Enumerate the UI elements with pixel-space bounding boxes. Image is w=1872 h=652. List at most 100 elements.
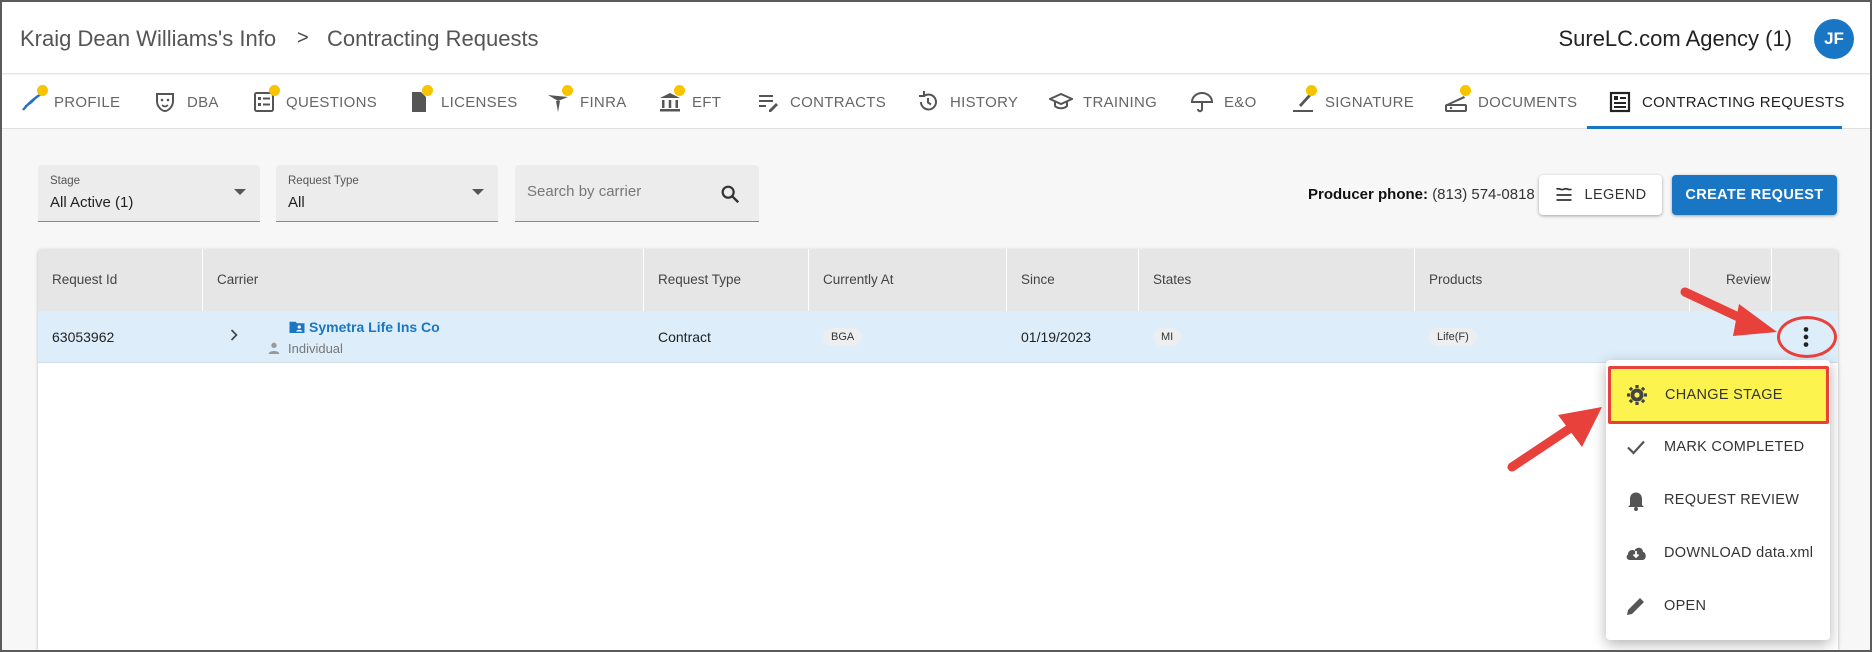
column-header-request-type[interactable]: Request Type xyxy=(644,249,809,311)
tab-label: E&O xyxy=(1224,93,1257,111)
menu-item-mark-completed[interactable]: MARK COMPLETED xyxy=(1606,425,1830,469)
status-dot xyxy=(674,85,685,96)
menu-item-label: DOWNLOAD data.xml xyxy=(1664,545,1814,561)
menu-item-request-review[interactable]: REQUEST REVIEW xyxy=(1606,478,1830,522)
status-dot xyxy=(269,85,280,96)
column-header-reviewer[interactable]: Reviewe xyxy=(1690,249,1772,311)
legend-button[interactable]: LEGEND xyxy=(1539,175,1662,215)
column-header-states[interactable]: States xyxy=(1139,249,1415,311)
cell-products: Life(F) xyxy=(1415,311,1477,363)
column-header-request-id[interactable]: Request Id xyxy=(38,249,203,311)
edit-list-icon xyxy=(759,95,778,112)
tab-dba[interactable]: DBA xyxy=(153,75,219,129)
tab-label: PROFILE xyxy=(54,93,121,111)
cell-request-id: 63053962 xyxy=(52,329,115,345)
chevron-right-icon[interactable] xyxy=(224,325,244,345)
request-type-label: Request Type xyxy=(288,175,359,187)
history-icon xyxy=(919,91,937,111)
tab-finra[interactable]: FINRA xyxy=(546,75,627,129)
column-header-products[interactable]: Products xyxy=(1415,249,1690,311)
tab-eft[interactable]: EFT xyxy=(658,75,721,129)
carrier-link[interactable]: Symetra Life Ins Co xyxy=(288,318,440,336)
menu-item-label: CHANGE STAGE xyxy=(1665,387,1783,403)
active-tab-indicator xyxy=(1587,126,1842,129)
request-type-value: All xyxy=(288,194,305,211)
request-type-select[interactable]: Request Type All xyxy=(276,165,498,222)
page-title: Contracting Requests xyxy=(327,26,539,51)
breadcrumb-separator: > xyxy=(297,27,309,49)
search-icon[interactable] xyxy=(719,183,741,205)
stage-label: Stage xyxy=(50,175,81,187)
tab-label: LICENSES xyxy=(441,93,518,111)
producer-phone-label: Producer phone: xyxy=(1308,186,1429,203)
status-dot xyxy=(37,85,48,96)
change-stage-highlight[interactable]: CHANGE STAGE xyxy=(1608,366,1829,424)
requests-table: Request Id Carrier Request Type Currentl… xyxy=(38,249,1838,650)
tab-label: DBA xyxy=(187,93,219,111)
currently-at-chip: BGA xyxy=(823,328,863,346)
cell-states: MI xyxy=(1139,311,1182,363)
chevron-down-icon xyxy=(472,189,484,195)
tab-licenses[interactable]: LICENSES xyxy=(407,75,518,129)
column-header-carrier[interactable]: Carrier xyxy=(203,249,644,311)
cell-currently-at: BGA xyxy=(809,311,863,363)
menu-item-download[interactable]: DOWNLOAD data.xml xyxy=(1606,531,1830,575)
bell-icon xyxy=(1628,492,1644,511)
status-dot xyxy=(562,85,573,96)
tab-label: FINRA xyxy=(580,93,627,111)
tab-label: EFT xyxy=(692,93,722,111)
producer-phone: Producer phone: (813) 574-0818 xyxy=(1308,186,1535,203)
tab-bar: PROFILE DBA QUESTIONS LICENSES FINRA EFT xyxy=(2,75,1870,129)
table-row[interactable]: 63053962 Symetra Life Ins Co Individual … xyxy=(38,311,1838,363)
status-dot xyxy=(1460,85,1471,96)
status-dot xyxy=(422,85,433,96)
tab-questions[interactable]: QUESTIONS xyxy=(252,75,377,129)
menu-item-label: OPEN xyxy=(1664,598,1707,614)
graduation-cap-icon xyxy=(1049,92,1073,110)
avatar[interactable]: JF xyxy=(1814,19,1854,59)
tab-contracting-requests[interactable]: CONTRACTING REQUESTS xyxy=(1608,75,1845,129)
legend-label: LEGEND xyxy=(1584,187,1647,203)
mask-icon xyxy=(156,93,174,113)
tab-training[interactable]: TRAINING xyxy=(1049,75,1157,129)
tab-label: SIGNATURE xyxy=(1325,93,1415,111)
dashboard-icon xyxy=(1609,91,1631,113)
kebab-annotation-circle xyxy=(1777,316,1837,358)
breadcrumb-producer[interactable]: Kraig Dean Williams's Info xyxy=(20,26,276,52)
check-icon xyxy=(1627,440,1645,455)
umbrella-icon xyxy=(1190,92,1214,113)
product-chip: Life(F) xyxy=(1429,328,1477,346)
carrier-subtext: Individual xyxy=(266,340,343,356)
stage-select[interactable]: Stage All Active (1) xyxy=(38,165,260,222)
menu-item-open[interactable]: OPEN xyxy=(1606,584,1830,628)
search-input[interactable] xyxy=(527,183,707,200)
carrier-type: Individual xyxy=(288,340,343,356)
legend-icon xyxy=(1556,187,1573,201)
person-icon xyxy=(268,342,280,354)
tab-label: QUESTIONS xyxy=(286,93,378,111)
change-stage-label-row: CHANGE STAGE xyxy=(1609,373,1827,417)
tab-history[interactable]: HISTORY xyxy=(916,75,1018,129)
pencil-icon xyxy=(1627,598,1644,615)
column-header-since[interactable]: Since xyxy=(1007,249,1139,311)
create-request-button[interactable]: CREATE REQUEST xyxy=(1672,175,1837,215)
tab-contracts[interactable]: CONTRACTS xyxy=(756,75,886,129)
tab-documents[interactable]: DOCUMENTS xyxy=(1444,75,1577,129)
tab-label: CONTRACTS xyxy=(790,93,887,111)
tab-eo[interactable]: E&O xyxy=(1190,75,1257,129)
app-window: Kraig Dean Williams's Info > Contracting… xyxy=(2,2,1870,650)
cell-request-type: Contract xyxy=(658,329,711,345)
gear-icon xyxy=(1627,385,1647,405)
column-header-currently-at[interactable]: Currently At xyxy=(809,249,1007,311)
producer-phone-value: (813) 574-0818 xyxy=(1432,186,1535,203)
menu-item-label: REQUEST REVIEW xyxy=(1664,492,1800,508)
top-bar: Kraig Dean Williams's Info > Contracting… xyxy=(2,2,1870,74)
tab-label: DOCUMENTS xyxy=(1478,93,1578,111)
tab-profile[interactable]: PROFILE xyxy=(20,75,120,129)
carrier-search xyxy=(515,165,759,222)
stage-value: All Active (1) xyxy=(50,194,134,211)
tab-signature[interactable]: SIGNATURE xyxy=(1291,75,1414,129)
agency-name[interactable]: SureLC.com Agency (1) xyxy=(1558,26,1792,52)
folder-person-icon xyxy=(289,321,305,333)
state-chip: MI xyxy=(1153,328,1182,346)
